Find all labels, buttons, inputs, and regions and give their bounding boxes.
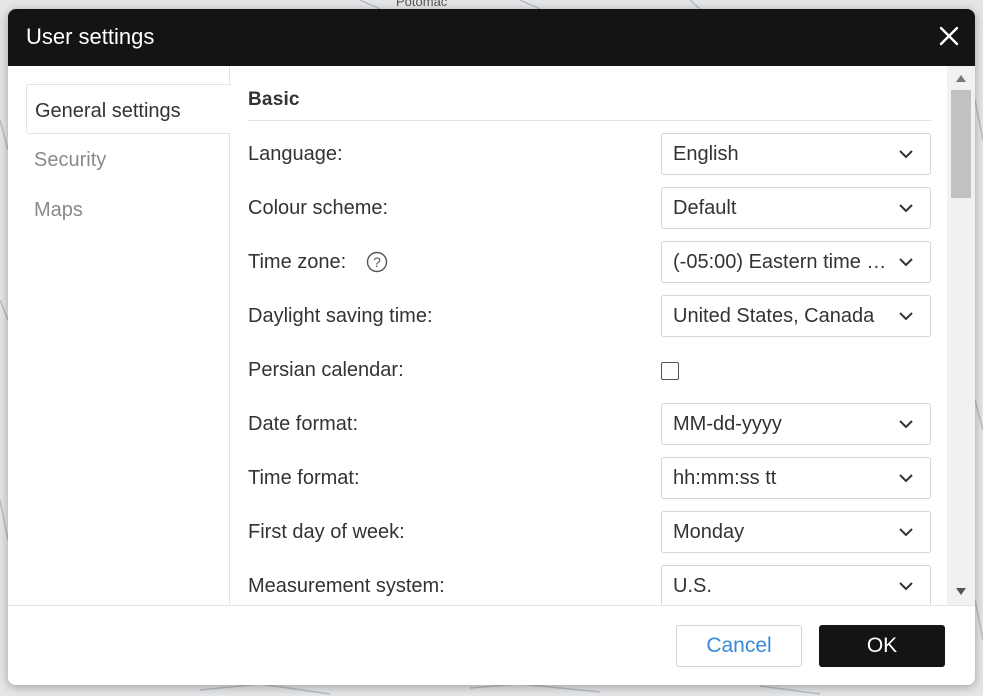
time-zone-label: Time zone: <box>248 251 347 273</box>
daylight-saving-select[interactable]: United States, Canada <box>661 295 931 337</box>
ok-button[interactable]: OK <box>819 625 945 667</box>
close-icon[interactable] <box>937 24 961 48</box>
sidebar-item-label: Maps <box>34 199 83 221</box>
daylight-saving-label: Daylight saving time: <box>248 305 433 327</box>
section-divider <box>248 120 931 121</box>
content-scrollbar[interactable] <box>947 66 975 605</box>
colour-scheme-value: Default <box>673 197 737 219</box>
question-circle-icon[interactable]: ? <box>366 251 388 273</box>
language-value: English <box>673 143 739 165</box>
language-label: Language: <box>248 143 343 165</box>
chevron-down-icon <box>899 150 913 159</box>
time-format-select[interactable]: hh:mm:ss tt <box>661 457 931 499</box>
measurement-label: Measurement system: <box>248 575 445 597</box>
time-format-value: hh:mm:ss tt <box>673 467 777 489</box>
colour-scheme-select[interactable]: Default <box>661 187 931 229</box>
date-format-label: Date format: <box>248 413 359 435</box>
first-day-label: First day of week: <box>248 521 405 543</box>
sidebar-item-label: Security <box>34 149 107 171</box>
chevron-down-icon <box>899 420 913 429</box>
persian-calendar-checkbox[interactable] <box>661 362 679 380</box>
scroll-down-arrow-icon[interactable] <box>956 588 966 596</box>
chevron-down-icon <box>899 528 913 537</box>
date-format-select[interactable]: MM-dd-yyyy <box>661 403 931 445</box>
dialog-title: User settings <box>26 24 155 49</box>
colour-scheme-label: Colour scheme: <box>248 197 389 219</box>
measurement-value: U.S. <box>673 575 712 597</box>
first-day-value: Monday <box>673 521 745 543</box>
scroll-thumb[interactable] <box>951 90 971 198</box>
time-format-label: Time format: <box>248 467 360 489</box>
time-zone-value: (-05:00) Eastern time (US & Canada) <box>673 251 889 273</box>
svg-text:?: ? <box>373 254 381 270</box>
settings-content: Basic Language: English Colour scheme: D… <box>230 66 947 605</box>
settings-sidebar: General settings Security Maps <box>8 66 231 605</box>
sidebar-item-security[interactable]: Security <box>26 134 230 184</box>
chevron-down-icon <box>899 582 913 591</box>
map-place-label: Potomac <box>396 0 448 9</box>
dialog-footer: Cancel OK <box>8 605 975 685</box>
chevron-down-icon <box>899 204 913 213</box>
section-title: Basic <box>248 89 300 110</box>
sidebar-item-label: General settings <box>35 100 181 122</box>
cancel-button[interactable]: Cancel <box>676 625 802 667</box>
chevron-down-icon <box>899 474 913 483</box>
measurement-select[interactable]: U.S. <box>661 565 931 605</box>
sidebar-item-maps[interactable]: Maps <box>26 184 230 234</box>
daylight-saving-value: United States, Canada <box>673 305 875 327</box>
language-select[interactable]: English <box>661 133 931 175</box>
first-day-select[interactable]: Monday <box>661 511 931 553</box>
chevron-down-icon <box>899 258 913 267</box>
scroll-up-arrow-icon[interactable] <box>956 74 966 82</box>
date-format-value: MM-dd-yyyy <box>673 413 782 435</box>
time-zone-select[interactable]: (-05:00) Eastern time (US & Canada) <box>661 241 931 283</box>
chevron-down-icon <box>899 312 913 321</box>
user-settings-dialog: User settings General settings Security … <box>8 9 975 685</box>
sidebar-item-general-settings[interactable]: General settings <box>26 84 231 134</box>
dialog-titlebar: User settings <box>8 9 975 66</box>
persian-calendar-label: Persian calendar: <box>248 359 404 381</box>
